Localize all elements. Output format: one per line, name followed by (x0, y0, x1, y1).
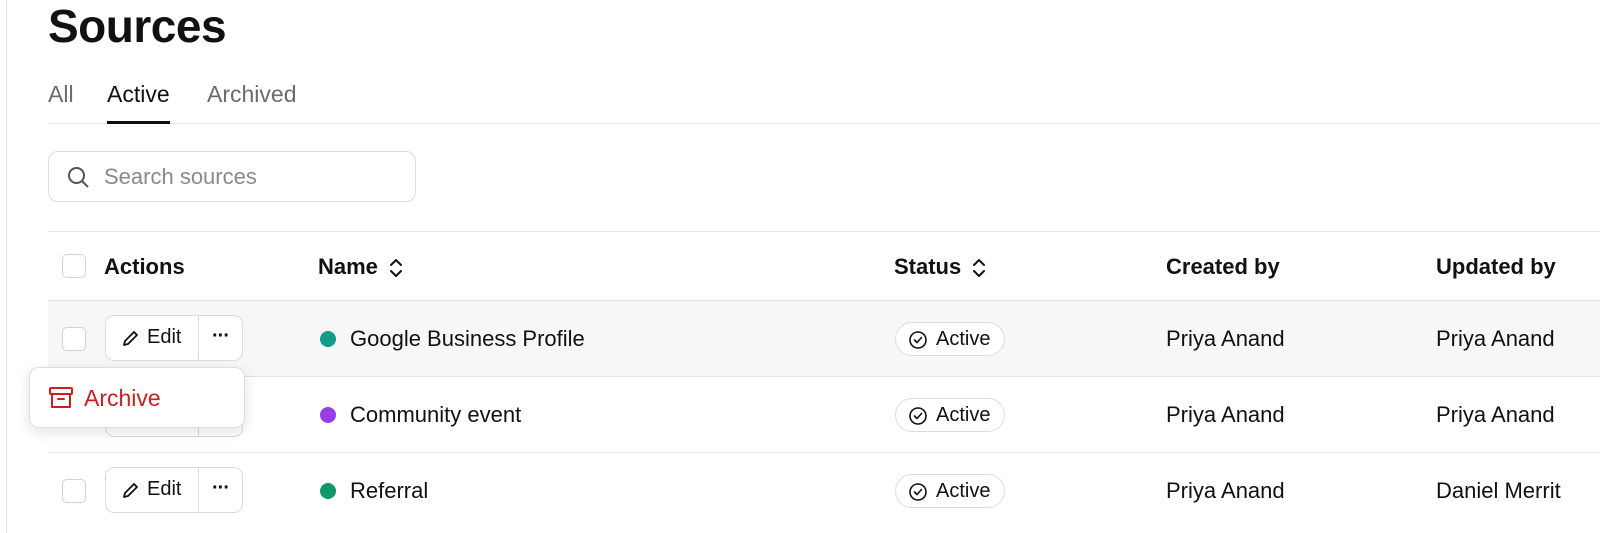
source-name: Community event (350, 402, 522, 427)
status-badge: Active (895, 398, 1006, 432)
archive-menu-item[interactable]: Archive (29, 367, 245, 428)
archive-icon (49, 387, 73, 408)
source-color-dot (320, 407, 336, 423)
check-circle-icon (909, 483, 927, 501)
search-box (48, 151, 416, 202)
tab-archived[interactable]: Archived (207, 81, 296, 108)
column-name[interactable]: Name (318, 254, 404, 280)
updated-by: Daniel Merrit (1436, 478, 1561, 503)
tab-bar: All Active Archived (48, 78, 1600, 124)
source-color-dot (320, 483, 336, 499)
archive-label: Archive (84, 385, 161, 411)
row-checkbox[interactable] (62, 327, 86, 351)
column-created-by: Created by (1166, 254, 1280, 279)
source-name: Referral (350, 478, 429, 503)
check-circle-icon (909, 331, 927, 349)
status-badge: Active (895, 322, 1006, 356)
column-actions: Actions (104, 254, 185, 279)
pencil-icon (123, 331, 138, 346)
table-row: Edit ··· Referral Active Priya Anand Dan… (48, 452, 1600, 529)
source-name: Google Business Profile (350, 326, 585, 351)
table-row: Edit ··· Google Business Profile Active … (48, 300, 1600, 377)
edit-label: Edit (147, 478, 182, 500)
column-status-label: Status (894, 254, 962, 279)
edit-button[interactable]: Edit (106, 468, 199, 512)
search-icon (68, 167, 89, 188)
updated-by: Priya Anand (1436, 402, 1555, 427)
tab-all[interactable]: All (48, 81, 74, 108)
page-title: Sources (48, 0, 227, 52)
status-label: Active (936, 480, 991, 502)
more-button[interactable]: ··· (199, 316, 242, 360)
row-actions: Edit ··· (105, 315, 243, 361)
sort-icon (973, 259, 986, 278)
status-badge: Active (895, 474, 1006, 508)
column-name-label: Name (318, 254, 378, 279)
search-input[interactable] (104, 162, 404, 192)
check-circle-icon (909, 407, 927, 425)
sort-icon (389, 259, 402, 278)
created-by: Priya Anand (1166, 478, 1285, 503)
status-label: Active (936, 328, 991, 350)
column-updated-by: Updated by (1436, 254, 1556, 279)
updated-by: Priya Anand (1436, 326, 1555, 351)
edit-button[interactable]: Edit (106, 316, 199, 360)
select-all-checkbox[interactable] (62, 254, 86, 278)
status-label: Active (936, 404, 991, 426)
sidebar-divider (6, 0, 7, 533)
more-button[interactable]: ··· (199, 468, 242, 512)
row-actions: Edit ··· (105, 467, 243, 513)
edit-label: Edit (147, 326, 182, 348)
row-checkbox[interactable] (62, 479, 86, 503)
table-header: Actions Name Status Created by Updated b… (48, 231, 1600, 301)
created-by: Priya Anand (1166, 326, 1285, 351)
created-by: Priya Anand (1166, 402, 1285, 427)
source-color-dot (320, 331, 336, 347)
tab-active[interactable]: Active (107, 81, 170, 124)
pencil-icon (123, 483, 138, 498)
column-status[interactable]: Status (894, 254, 987, 280)
table-row: Edit ··· Community event Active Priya An… (48, 376, 1600, 453)
